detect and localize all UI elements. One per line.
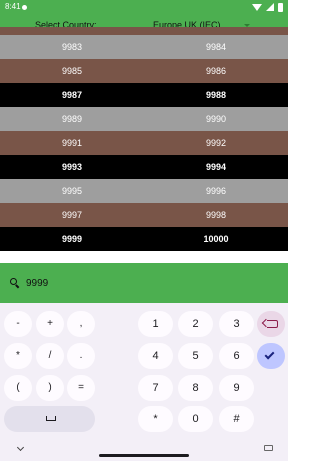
key-3[interactable]: 3 [219,311,254,337]
list-cell-right: 9998 [205,210,227,220]
list-cell-left: 9999 [61,234,83,244]
list-cell-right: 9984 [205,42,227,52]
list-cell-right: 10000 [203,234,229,244]
space-icon [46,416,56,421]
list-cell-right: 9994 [205,162,227,172]
key-4[interactable]: 4 [138,343,173,369]
key-divide[interactable]: / [36,343,64,369]
key-close-paren[interactable]: ) [36,375,64,401]
list-row[interactable]: 9987 9988 [0,83,288,107]
list-row[interactable]: 99819982 [0,27,288,35]
list-row[interactable]: 9991 9992 [0,131,288,155]
signal-icon [266,3,274,11]
key-hash[interactable]: # [219,406,254,432]
battery-icon [278,2,283,12]
key-multiply[interactable]: * [4,343,32,369]
list-cell-right: 9990 [205,114,227,124]
list-row[interactable]: 9999 10000 [0,227,288,251]
status-bar: 8:41 [0,0,288,15]
list-cell-left: 9985 [61,66,83,76]
numeric-keyboard: - + , * / . ( ) = 1 2 3 4 5 6 7 8 9 * 0 … [0,303,288,461]
list-cell-left: 9991 [61,138,83,148]
key-star[interactable]: * [138,406,173,432]
keyboard-icon[interactable] [264,445,273,451]
search-bar [0,263,288,303]
key-1[interactable]: 1 [138,311,173,337]
list-cell-left: 9995 [61,186,83,196]
list-cell-left: 9983 [61,42,83,52]
list-row[interactable]: 9995 9996 [0,179,288,203]
list-row[interactable]: 9989 9990 [0,107,288,131]
list-cell-left: 9989 [61,114,83,124]
list-cell-right: 9986 [205,66,227,76]
key-minus[interactable]: - [4,311,32,337]
key-plus[interactable]: + [36,311,64,337]
key-0[interactable]: 0 [178,406,213,432]
space-key[interactable] [4,406,95,432]
key-2[interactable]: 2 [178,311,213,337]
list-cell-left: 9981 [0,27,144,35]
status-time: 8:41 [5,2,21,11]
key-9[interactable]: 9 [219,375,254,401]
home-indicator[interactable] [99,454,189,457]
list-cell-left: 9987 [61,90,83,100]
list-row[interactable]: 9985 9986 [0,59,288,83]
number-list[interactable]: 99819982 9983 9984 9985 9986 9987 9988 9989 9990… [0,27,288,263]
list-cell-right: 9996 [205,186,227,196]
list-cell-right: 9992 [205,138,227,148]
list-cell-left: 9997 [61,210,83,220]
notification-dot-icon [22,5,27,10]
key-5[interactable]: 5 [178,343,213,369]
check-icon [264,349,275,360]
list-row[interactable]: 9997 9998 [0,203,288,227]
key-comma[interactable]: , [67,311,95,337]
search-input[interactable] [26,274,266,292]
key-period[interactable]: . [67,343,95,369]
key-7[interactable]: 7 [138,375,173,401]
key-open-paren[interactable]: ( [4,375,32,401]
status-icons [252,2,283,12]
list-cell-right: 9988 [205,90,227,100]
list-cell-left: 9993 [61,162,83,172]
enter-key[interactable] [257,343,285,369]
key-equals[interactable]: = [67,375,95,401]
key-6[interactable]: 6 [219,343,254,369]
backspace-icon [267,320,278,328]
backspace-key[interactable] [257,311,285,337]
list-row[interactable]: 9993 9994 [0,155,288,179]
list-row[interactable]: 9983 9984 [0,35,288,59]
wifi-icon [252,3,262,11]
list-cell-right: 9982 [144,27,288,35]
search-icon [10,278,20,289]
key-8[interactable]: 8 [178,375,213,401]
